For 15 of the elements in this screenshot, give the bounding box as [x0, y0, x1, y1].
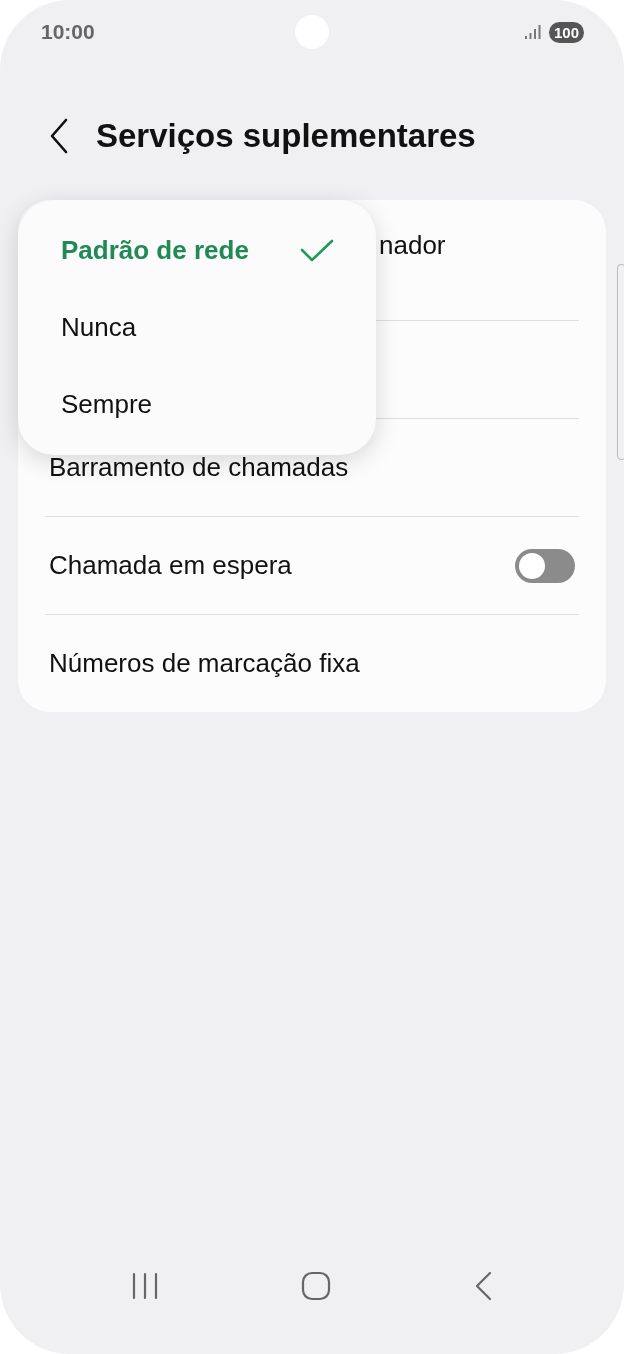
battery-level: 100	[548, 21, 584, 43]
menu-item[interactable]: Padrão de rede	[18, 212, 376, 289]
setting-label[interactable]: Números de marcação fixa	[49, 648, 360, 679]
check-icon	[300, 238, 334, 263]
signal-icon	[524, 25, 541, 39]
home-icon[interactable]	[301, 1271, 331, 1301]
status-time: 10:00	[41, 20, 95, 44]
setting-label[interactable]: Chamada em espera	[49, 550, 292, 581]
page-title: Serviços suplementares	[96, 117, 476, 155]
menu-item[interactable]: Sempre	[18, 366, 376, 443]
back-icon	[48, 118, 70, 154]
setting-label[interactable]: Barramento de chamadas	[49, 452, 349, 483]
menu-item[interactable]: Nunca	[18, 289, 376, 366]
back-button[interactable]	[48, 118, 70, 154]
toggle-switch[interactable]	[515, 548, 575, 583]
